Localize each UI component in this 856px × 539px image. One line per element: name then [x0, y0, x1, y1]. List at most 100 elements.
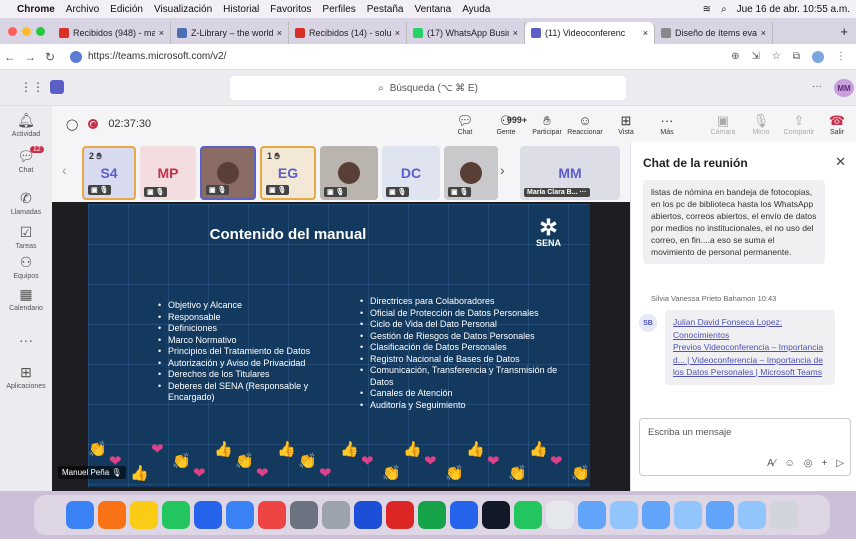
dock-app-icon[interactable] [130, 501, 158, 529]
chat-link[interactable]: Previos Videoconferencia – Importancia d… [673, 342, 823, 377]
control-compartir[interactable]: ⇪ Compartir [780, 113, 818, 136]
tab-close-icon[interactable]: × [643, 28, 648, 38]
browser-tab[interactable]: Recibidos (14) - soluci × [289, 22, 407, 44]
reload-icon[interactable]: ↻ [40, 50, 60, 64]
tab-close-icon[interactable]: × [395, 28, 400, 38]
dock-app-icon[interactable] [418, 501, 446, 529]
dock-app-icon[interactable] [386, 501, 414, 529]
menu-item-historial[interactable]: Historial [223, 4, 259, 15]
participant-tile[interactable]: ▣ 🎙︎ [444, 146, 498, 200]
control-más[interactable]: ··· Más [648, 113, 686, 136]
dock-app-icon[interactable] [674, 501, 702, 529]
browser-tab[interactable]: (11) Videoconferenc × [525, 22, 655, 44]
control-vista[interactable]: ⊞ Vista [604, 113, 648, 136]
browser-tab[interactable]: Diseño de ítems evalu × [655, 22, 773, 44]
mention-link[interactable]: Julian David Fonseca Lopez: [673, 317, 782, 327]
close-icon[interactable]: ✕ [835, 154, 846, 170]
rail-item-tareas[interactable]: ☑ Tareas [0, 224, 52, 250]
search-input[interactable]: ⌕ Búsqueda (⌥ ⌘ E) [230, 76, 626, 100]
user-avatar[interactable]: MM [834, 79, 854, 97]
dock-app-icon[interactable] [450, 501, 478, 529]
menu-item-visualización[interactable]: Visualización [154, 4, 212, 15]
participant-tile[interactable]: S4 2 ✋︎ ▣ 🎙︎ [82, 146, 136, 200]
dock-app-icon[interactable] [258, 501, 286, 529]
gallery-next-icon[interactable]: › [500, 162, 505, 178]
menu-item-perfiles[interactable]: Perfiles [322, 4, 355, 15]
message-composer[interactable]: Escriba un mensaje A⁄ ☺ ◎ + ▷ [639, 418, 851, 476]
dock-app-icon[interactable] [322, 501, 350, 529]
menu-item-ventana[interactable]: Ventana [414, 4, 451, 15]
chrome-menu-icon[interactable]: ⋮ [836, 51, 846, 63]
minimize-window-button[interactable] [22, 26, 31, 36]
control-cámara[interactable]: ▣ Cámara [704, 113, 742, 136]
search-icon[interactable]: ⌕ [721, 4, 727, 15]
participant-tile[interactable]: MP ▣ 🎙︎ [140, 146, 196, 200]
dock-app-icon[interactable] [514, 501, 542, 529]
dock-app-icon[interactable] [66, 501, 94, 529]
control-gente[interactable]: ⚇ 999+ Gente [484, 113, 528, 136]
menu-item-archivo[interactable]: Archivo [66, 4, 99, 15]
sender-avatar[interactable]: SB [639, 314, 657, 332]
browser-tab[interactable]: (17) WhatsApp Busines × [407, 22, 525, 44]
rail-item-equipos[interactable]: ⚇ Equipos [0, 254, 52, 280]
chat-link-word[interactable]: Conocimientos [673, 330, 729, 340]
send-icon[interactable]: ▷ [836, 458, 844, 469]
dock-app-icon[interactable] [98, 501, 126, 529]
control-salir[interactable]: ☎ Salir [818, 113, 856, 136]
browser-tab[interactable]: Z-Library – the world's × [171, 22, 289, 44]
participant-tile[interactable]: ▣ 🎙︎ [320, 146, 378, 200]
dock-app-icon[interactable] [162, 501, 190, 529]
participant-tile[interactable]: DC ▣ 🎙︎ [382, 146, 440, 200]
menu-item-favoritos[interactable]: Favoritos [270, 4, 311, 15]
rail-item-calendario[interactable]: ▦ Calendario [0, 286, 52, 312]
participant-tile[interactable]: EG 1 ✋︎ ▣ 🎙︎ [260, 146, 316, 200]
control-reaccionar[interactable]: ☺ Reaccionar [566, 113, 604, 136]
rail-item-[interactable]: ··· [0, 332, 52, 350]
tab-close-icon[interactable]: × [277, 28, 282, 38]
loop-icon[interactable]: ◎ [804, 458, 813, 469]
gallery-prev-icon[interactable]: ‹ [62, 162, 67, 178]
dock-app-icon[interactable] [546, 501, 574, 529]
dock-app-icon[interactable] [482, 501, 510, 529]
install-icon[interactable]: ⇲ [752, 51, 760, 63]
forward-icon[interactable]: → [20, 50, 40, 64]
dock-app-icon[interactable] [642, 501, 670, 529]
url-text[interactable]: https://teams.microsoft.com/v2/ [88, 51, 226, 62]
zoom-icon[interactable]: ⊕ [731, 51, 739, 63]
dock-app-icon[interactable] [770, 501, 798, 529]
participant-tile[interactable]: MM María Clara B... ··· [520, 146, 620, 200]
participant-tile[interactable]: ▣ 🎙︎ [200, 146, 256, 200]
wifi-icon[interactable]: ≋ [703, 4, 711, 15]
site-info-icon[interactable] [70, 50, 82, 63]
emoji-icon[interactable]: ☺ [785, 458, 795, 469]
rail-item-llamadas[interactable]: ✆ Llamadas [0, 190, 52, 216]
dock-app-icon[interactable] [738, 501, 766, 529]
dock-app-icon[interactable] [194, 501, 222, 529]
new-tab-button[interactable]: + [832, 24, 856, 39]
teams-logo-icon[interactable] [50, 80, 64, 94]
control-chat[interactable]: 💬︎ Chat [446, 113, 484, 136]
dock-app-icon[interactable] [610, 501, 638, 529]
dock-app-icon[interactable] [226, 501, 254, 529]
rail-item-chat[interactable]: 💬︎ Chat 12 [0, 146, 52, 174]
dock-app-icon[interactable] [290, 501, 318, 529]
dock-app-icon[interactable] [354, 501, 382, 529]
tab-close-icon[interactable]: × [159, 28, 164, 38]
app-launcher-icon[interactable]: ⋮⋮ [20, 80, 44, 94]
rail-item-aplicaciones[interactable]: ⊞ Aplicaciones [0, 364, 52, 390]
menu-item-edición[interactable]: Edición [110, 4, 143, 15]
menu-item-chrome[interactable]: Chrome [17, 4, 55, 15]
format-icon[interactable]: A⁄ [767, 458, 775, 469]
dock-app-icon[interactable] [578, 501, 606, 529]
rail-item-actividad[interactable]: 🔔︎ Actividad [0, 112, 52, 138]
bookmark-star-icon[interactable]: ☆ [772, 51, 781, 63]
back-icon[interactable]: ← [0, 50, 20, 64]
extensions-icon[interactable]: ⧉ [793, 51, 800, 63]
control-participar[interactable]: ✋︎ Participar [528, 113, 566, 136]
dock-app-icon[interactable] [706, 501, 734, 529]
attach-icon[interactable]: + [821, 458, 827, 469]
maximize-window-button[interactable] [36, 26, 45, 36]
profile-icon[interactable] [812, 50, 824, 63]
browser-tab[interactable]: Recibidos (948) - mac × [53, 22, 171, 44]
menu-item-pestaña[interactable]: Pestaña [367, 4, 404, 15]
